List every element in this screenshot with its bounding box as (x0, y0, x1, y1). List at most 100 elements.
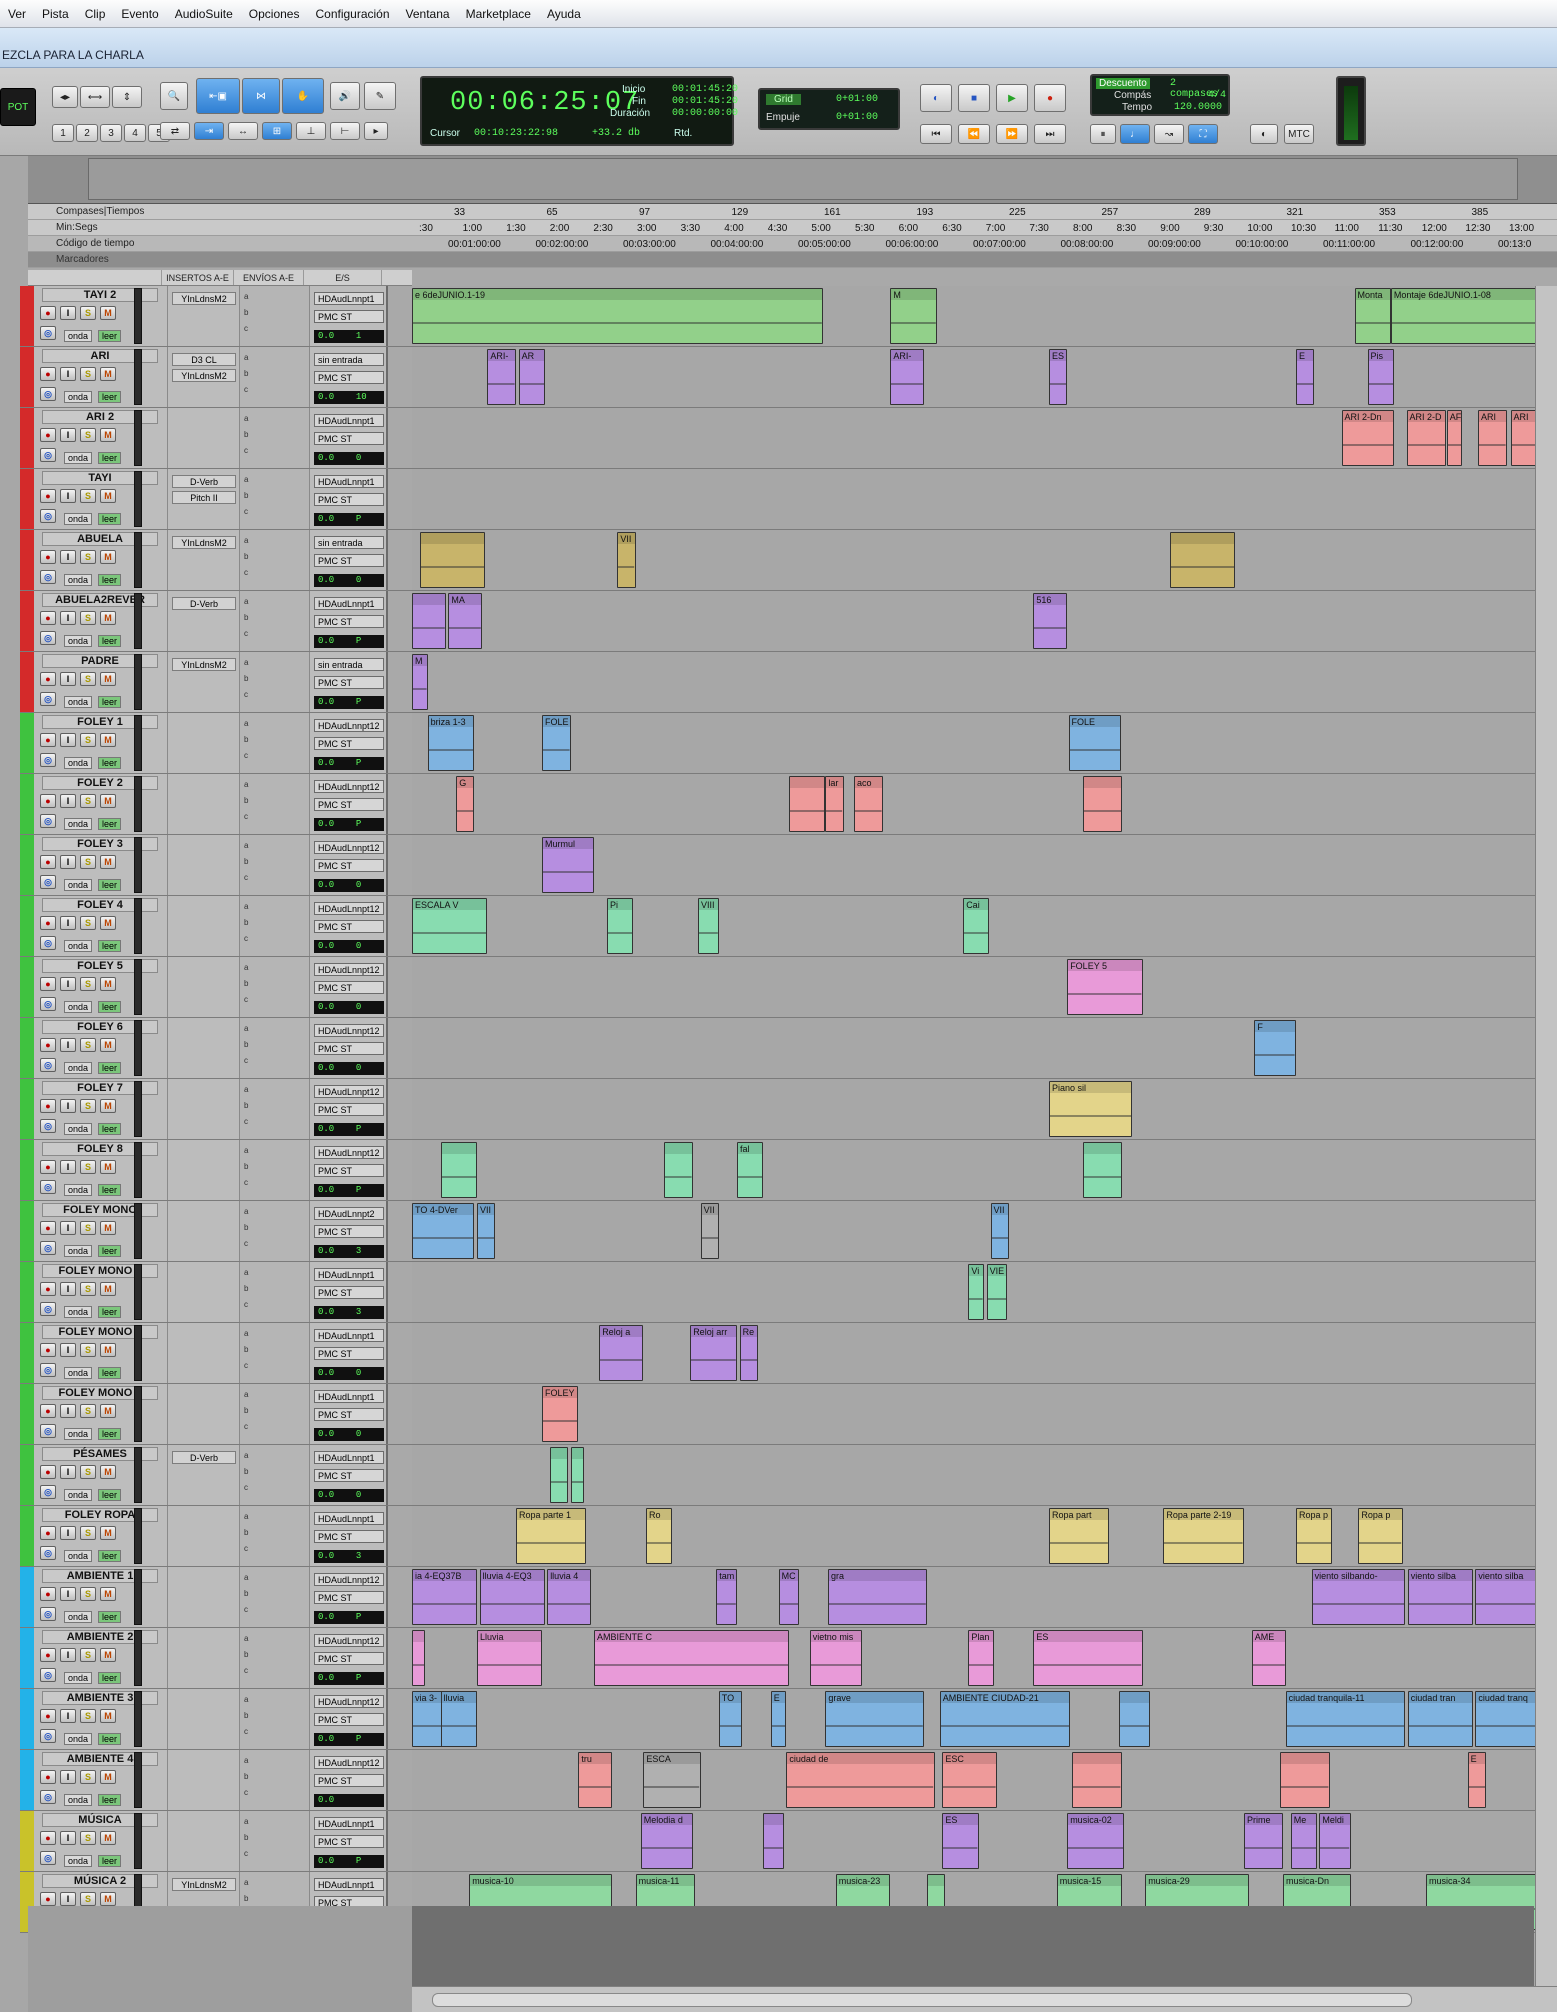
countoff-label[interactable]: Descuento (1096, 78, 1150, 89)
input-selector[interactable]: HDAudLnnpt1 (314, 1817, 384, 1830)
nudge-value[interactable]: 0+01:00 (836, 112, 878, 123)
volume-readout[interactable]: 0.0 P (314, 635, 384, 648)
record-arm-icon[interactable]: ● (40, 1099, 56, 1113)
audio-clip[interactable] (664, 1142, 693, 1198)
input-selector[interactable]: HDAudLnnpt2 (314, 1207, 384, 1220)
audio-clip[interactable] (570, 1447, 584, 1503)
audio-clip[interactable] (789, 776, 826, 832)
mute-button[interactable]: M (100, 916, 116, 930)
audio-clip[interactable]: FOLE (542, 715, 571, 771)
input-selector[interactable]: HDAudLnnpt1 (314, 1329, 384, 1342)
audio-clip[interactable]: AMBIENTE CIUDAD-21 (939, 1691, 1070, 1747)
record-arm-icon[interactable]: ● (40, 672, 56, 686)
output-selector[interactable]: PMC ST (314, 920, 384, 933)
output-selector[interactable]: PMC ST (314, 737, 384, 750)
audio-clip[interactable]: Vi (968, 1264, 984, 1320)
send-slot-a[interactable]: a (244, 353, 248, 362)
input-monitor-button[interactable]: I (60, 367, 76, 381)
zoom-preset-2[interactable]: 2 (76, 124, 98, 142)
output-selector[interactable]: PMC ST (314, 432, 384, 445)
send-slot-a[interactable]: a (244, 1024, 248, 1033)
view-selector[interactable]: onda (64, 1489, 93, 1501)
record-arm-icon[interactable]: ● (40, 1221, 56, 1235)
overview-viewport[interactable] (88, 158, 1518, 200)
solo-button[interactable]: S (80, 1404, 96, 1418)
send-slot-c[interactable]: c (244, 385, 248, 394)
playlist-icon[interactable]: ◎ (40, 1546, 56, 1560)
sync-icon[interactable]: ◐ (1250, 124, 1278, 144)
audio-clip[interactable]: ES (1049, 349, 1068, 405)
playlist-icon[interactable]: ◎ (40, 875, 56, 889)
solo-button[interactable]: S (80, 1465, 96, 1479)
record-arm-icon[interactable]: ● (40, 1160, 56, 1174)
input-selector[interactable]: HDAudLnnpt12 (314, 1695, 384, 1708)
input-selector[interactable]: sin entrada (314, 353, 384, 366)
volume-readout[interactable]: 0.0 0 (314, 1001, 384, 1014)
volume-readout[interactable]: 0.0 P (314, 1184, 384, 1197)
send-slot-b[interactable]: b (244, 1711, 248, 1720)
scrubber-tool-icon[interactable]: 🔊 (330, 82, 360, 110)
view-selector[interactable]: onda (64, 574, 93, 586)
track-playlist-lane[interactable]: e 6deJUNIO.1-19 M Monta Montaje 6deJUNIO… (412, 286, 1554, 346)
audio-clip[interactable]: Ropa p (1296, 1508, 1333, 1564)
countoff-button[interactable]: ↝ (1154, 124, 1184, 144)
input-monitor-button[interactable]: I (60, 1282, 76, 1296)
input-monitor-button[interactable]: I (60, 855, 76, 869)
audio-clip[interactable] (440, 1142, 477, 1198)
audio-clip[interactable]: VIII (698, 898, 719, 954)
mute-button[interactable]: M (100, 977, 116, 991)
mute-button[interactable]: M (100, 367, 116, 381)
record-arm-icon[interactable]: ● (40, 1343, 56, 1357)
grid-value[interactable]: 0+01:00 (836, 94, 878, 105)
send-slot-b[interactable]: b (244, 735, 248, 744)
volume-readout[interactable]: 0.0 P (314, 1611, 384, 1624)
track-playlist-lane[interactable]: briza 1-3 FOLE FOLE (412, 713, 1554, 773)
output-selector[interactable]: PMC ST (314, 310, 384, 323)
automation-mode[interactable]: leer (98, 1184, 122, 1196)
view-selector[interactable]: onda (64, 1367, 93, 1379)
send-slot-c[interactable]: c (244, 1605, 248, 1614)
input-monitor-button[interactable]: I (60, 794, 76, 808)
audio-clip[interactable] (412, 593, 446, 649)
send-slot-b[interactable]: b (244, 1345, 248, 1354)
record-button[interactable]: ● (1034, 84, 1066, 112)
input-selector[interactable]: HDAudLnnpt1 (314, 1268, 384, 1281)
audio-clip[interactable]: Re (739, 1325, 758, 1381)
mute-button[interactable]: M (100, 1282, 116, 1296)
vertical-zoom-button[interactable]: ⇕ (112, 86, 142, 108)
output-selector[interactable]: PMC ST (314, 1835, 384, 1848)
send-slot-a[interactable]: a (244, 1756, 248, 1765)
record-arm-icon[interactable]: ● (40, 855, 56, 869)
volume-readout[interactable]: 0.0 P (314, 1733, 384, 1746)
send-slot-b[interactable]: b (244, 1467, 248, 1476)
input-monitor-button[interactable]: I (60, 1343, 76, 1357)
rewind-button[interactable]: ⏪ (958, 124, 990, 144)
edit-nav-button[interactable]: ▸ (364, 122, 388, 140)
slip-mode-button[interactable]: ⇥ (194, 122, 224, 140)
volume-readout[interactable]: 0.0 10 (314, 391, 384, 404)
playlist-icon[interactable]: ◎ (40, 753, 56, 767)
send-slot-b[interactable]: b (244, 1406, 248, 1415)
mute-button[interactable]: M (100, 550, 116, 564)
input-monitor-button[interactable]: I (60, 1648, 76, 1662)
audio-clip[interactable]: Ropa parte 2-19 (1163, 1508, 1244, 1564)
mute-button[interactable]: M (100, 1404, 116, 1418)
send-slot-b[interactable]: b (244, 1589, 248, 1598)
send-slot-a[interactable]: a (244, 597, 248, 606)
mute-button[interactable]: M (100, 428, 116, 442)
audio-clip[interactable]: vietno mis (809, 1630, 862, 1686)
volume-readout[interactable]: 0.0 3 (314, 1245, 384, 1258)
send-slot-c[interactable]: c (244, 1666, 248, 1675)
mute-button[interactable]: M (100, 1160, 116, 1174)
solo-button[interactable]: S (80, 1099, 96, 1113)
markers-ruler[interactable]: Marcadores (28, 252, 1557, 268)
send-slot-c[interactable]: c (244, 568, 248, 577)
playlist-icon[interactable]: ◎ (40, 692, 56, 706)
send-slot-b[interactable]: b (244, 1772, 248, 1781)
record-arm-icon[interactable]: ● (40, 916, 56, 930)
solo-button[interactable]: S (80, 1648, 96, 1662)
audio-clip[interactable]: ESC (942, 1752, 997, 1808)
audio-clip[interactable]: lluvia 4-EQ3 (479, 1569, 545, 1625)
audio-clip[interactable]: ESCA (643, 1752, 701, 1808)
volume-readout[interactable]: 0.0 0 (314, 1428, 384, 1441)
